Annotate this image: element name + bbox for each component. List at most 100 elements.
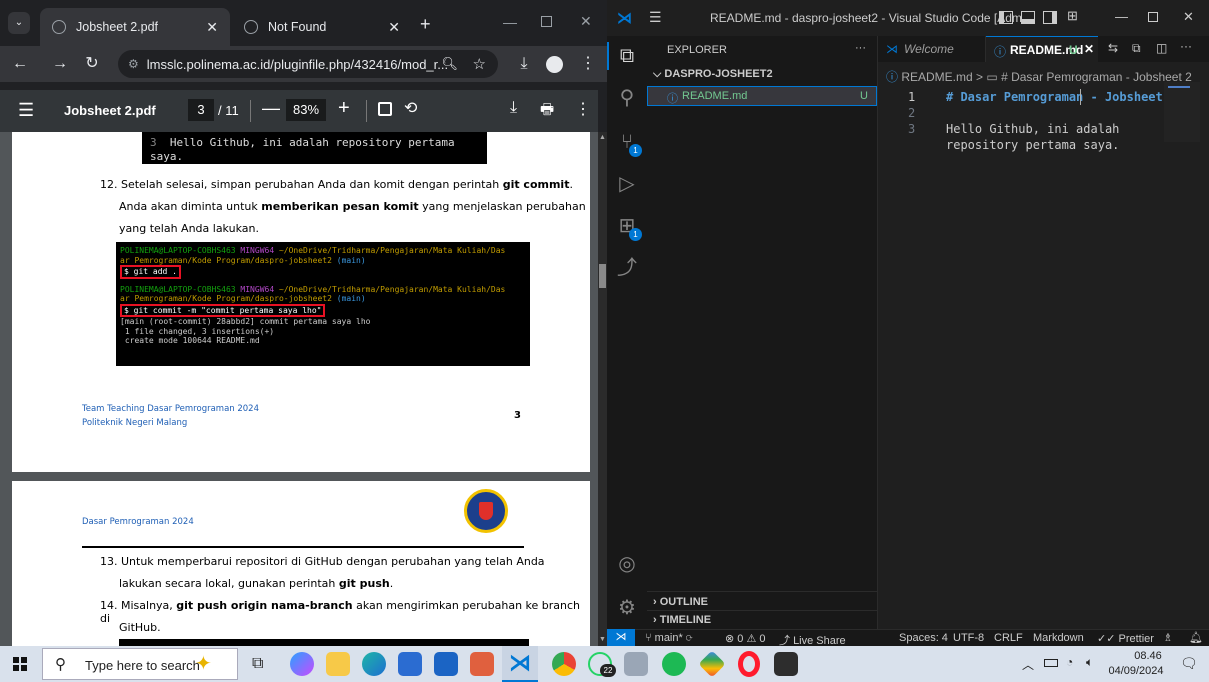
zoom-level-input[interactable]: 83% bbox=[286, 99, 326, 121]
spotify-icon[interactable] bbox=[662, 652, 686, 676]
wifi-icon[interactable]: ◔ bbox=[1066, 655, 1073, 669]
close-window-icon[interactable]: ✕ bbox=[580, 13, 592, 30]
breadcrumb-file[interactable]: README.md bbox=[901, 70, 972, 84]
minimize-icon[interactable]: — bbox=[503, 14, 517, 30]
bookmark-star-icon[interactable]: ☆ bbox=[473, 55, 486, 73]
site-info-icon[interactable]: ⚙ bbox=[128, 57, 139, 71]
manage-gear-icon[interactable]: ⚙ bbox=[615, 596, 639, 620]
divider bbox=[647, 591, 877, 592]
scroll-down-arrow[interactable]: ▼ bbox=[599, 636, 606, 643]
minimize-icon[interactable]: — bbox=[1115, 9, 1128, 24]
menu-kebab-icon[interactable]: ⋮ bbox=[578, 54, 598, 74]
outline-section[interactable]: › OUTLINE bbox=[653, 596, 708, 608]
file-explorer-icon[interactable] bbox=[326, 652, 350, 676]
problems-status[interactable]: ⊗ 0 ⚠ 0 bbox=[725, 632, 766, 645]
rotate-icon[interactable]: ⟲ bbox=[404, 98, 417, 118]
mail-icon[interactable] bbox=[434, 652, 458, 676]
pdf-scrollbar[interactable]: ▲ ▼ bbox=[598, 132, 607, 646]
show-hidden-icons[interactable]: ︿ bbox=[1022, 656, 1034, 673]
print-icon[interactable]: 🖶︎ bbox=[540, 99, 554, 124]
eol-status[interactable]: CRLF bbox=[994, 632, 1023, 644]
battery-icon[interactable] bbox=[1044, 659, 1058, 667]
accounts-status-icon[interactable]: ♗ bbox=[1163, 631, 1173, 644]
explorer-more-icon[interactable]: ··· bbox=[855, 42, 866, 54]
zoom-out-button[interactable]: — bbox=[262, 98, 280, 119]
minimap[interactable] bbox=[1164, 82, 1200, 142]
scroll-thumb[interactable] bbox=[599, 264, 606, 288]
store-icon[interactable] bbox=[398, 652, 422, 676]
accounts-icon[interactable]: ◎ bbox=[615, 552, 639, 576]
file-readme[interactable]: ⓘ README.md U bbox=[647, 86, 877, 106]
code-editor[interactable]: 1 # Dasar Pemrograman - Jobsheet 2 2 3 H… bbox=[878, 82, 1209, 588]
close-tab-icon[interactable]: ✕ bbox=[388, 19, 400, 36]
opera-icon[interactable] bbox=[738, 651, 760, 677]
back-icon[interactable]: ← bbox=[10, 54, 30, 74]
maximize-icon[interactable] bbox=[1148, 12, 1158, 22]
language-status[interactable]: Markdown bbox=[1033, 632, 1084, 644]
app-icon[interactable] bbox=[470, 652, 494, 676]
toggle-panel-icon[interactable] bbox=[1021, 11, 1035, 24]
edge-icon[interactable] bbox=[362, 652, 386, 676]
terminal-icon[interactable] bbox=[774, 652, 798, 676]
search-icon[interactable]: ⚲ bbox=[615, 86, 639, 110]
notification-center-icon[interactable]: 🗨︎ bbox=[1180, 655, 1198, 672]
tab-jobsheet-pdf[interactable]: Jobsheet 2.pdf ✕ bbox=[40, 8, 230, 46]
encoding-status[interactable]: UTF-8 bbox=[953, 632, 984, 644]
gemini-icon[interactable] bbox=[698, 650, 726, 678]
app-icon[interactable] bbox=[624, 652, 648, 676]
clock-date[interactable]: 04/09/2024 bbox=[1102, 665, 1170, 677]
zoom-in-button[interactable]: + bbox=[338, 97, 350, 120]
forward-icon[interactable]: → bbox=[50, 54, 70, 74]
pdf-more-icon[interactable]: ⋮ bbox=[575, 99, 591, 119]
clock-time[interactable]: 08.46 bbox=[1118, 650, 1178, 662]
address-bar[interactable]: ⚙ lmsslc.polinema.ac.id/pluginfile.php/4… bbox=[118, 50, 498, 78]
profile-avatar[interactable] bbox=[546, 56, 563, 73]
customize-layout-icon[interactable]: ⊞ bbox=[1067, 8, 1078, 24]
volume-icon[interactable]: 🔈︎ bbox=[1086, 655, 1093, 670]
branch-status[interactable]: ⑂ main* ⟳ bbox=[645, 632, 692, 644]
reload-icon[interactable]: ↻ bbox=[82, 54, 102, 74]
tab-not-found[interactable]: Not Found ✕ bbox=[232, 8, 412, 46]
zoom-icon[interactable]: 🔍︎ bbox=[441, 56, 458, 72]
more-actions-icon[interactable]: ··· bbox=[1180, 39, 1192, 53]
tab-readme[interactable]: ⓘ README.md U ✕ bbox=[986, 36, 1098, 62]
line-number: 1 bbox=[908, 90, 916, 104]
explorer-icon[interactable]: ⧉ bbox=[615, 44, 639, 68]
new-tab-button[interactable]: + bbox=[420, 14, 431, 35]
fit-page-icon[interactable] bbox=[378, 102, 392, 116]
pdf-sidebar-menu-icon[interactable]: ☰ bbox=[18, 100, 34, 121]
maximize-icon[interactable] bbox=[541, 16, 552, 27]
menu-hamburger-icon[interactable]: ☰ bbox=[649, 9, 662, 26]
download-icon[interactable]: ⤓ bbox=[514, 54, 534, 74]
pdf-viewer[interactable]: 2 3 Hello Github, ini adalah repository … bbox=[0, 132, 598, 646]
notifications-bell-icon[interactable]: 🔔︎ bbox=[1189, 631, 1203, 644]
toggle-secondary-sidebar-icon[interactable] bbox=[1043, 11, 1057, 24]
tab-welcome[interactable]: ⋊ Welcome bbox=[878, 36, 986, 62]
open-preview-icon[interactable]: ⧉ bbox=[1132, 41, 1141, 56]
split-editor-icon[interactable]: ◫ bbox=[1156, 41, 1167, 55]
live-share-icon[interactable]: ⤴ bbox=[615, 256, 639, 280]
folder-header[interactable]: ⌵ DASPRO-JOSHEET2 bbox=[653, 68, 773, 81]
open-changes-icon[interactable]: ⇆ bbox=[1108, 41, 1118, 55]
close-window-icon[interactable]: ✕ bbox=[1183, 9, 1194, 25]
remote-indicator[interactable]: ⋊ bbox=[607, 629, 635, 646]
prettier-status[interactable]: ✓✓ Prettier bbox=[1097, 632, 1154, 645]
sync-icon[interactable]: ⟳ bbox=[686, 632, 693, 644]
pdf-download-icon[interactable]: ⤓ bbox=[510, 99, 517, 117]
timeline-section[interactable]: › TIMELINE bbox=[653, 614, 711, 626]
copilot-icon[interactable] bbox=[290, 652, 314, 676]
chrome-icon[interactable] bbox=[552, 652, 576, 676]
scroll-up-arrow[interactable]: ▲ bbox=[599, 134, 606, 141]
vscode-taskbar-icon[interactable]: ⋊ bbox=[502, 646, 538, 682]
close-tab-icon[interactable]: ✕ bbox=[206, 19, 218, 36]
taskbar-search-box[interactable]: ⚲ Type here to search ✦ bbox=[42, 648, 238, 680]
task-view-icon[interactable]: ⧉ bbox=[252, 655, 263, 673]
run-debug-icon[interactable]: ▷ bbox=[615, 172, 639, 196]
pdf-page-3: 2 3 Hello Github, ini adalah repository … bbox=[12, 132, 590, 472]
toggle-sidebar-icon[interactable] bbox=[999, 11, 1013, 24]
tab-search-button[interactable]: ⌄ bbox=[8, 12, 30, 34]
indentation-status[interactable]: Spaces: 4 bbox=[899, 632, 948, 644]
close-tab-icon[interactable]: ✕ bbox=[1084, 42, 1094, 56]
page-number-input[interactable]: 3 bbox=[188, 99, 214, 121]
start-windows-icon[interactable] bbox=[13, 657, 27, 671]
